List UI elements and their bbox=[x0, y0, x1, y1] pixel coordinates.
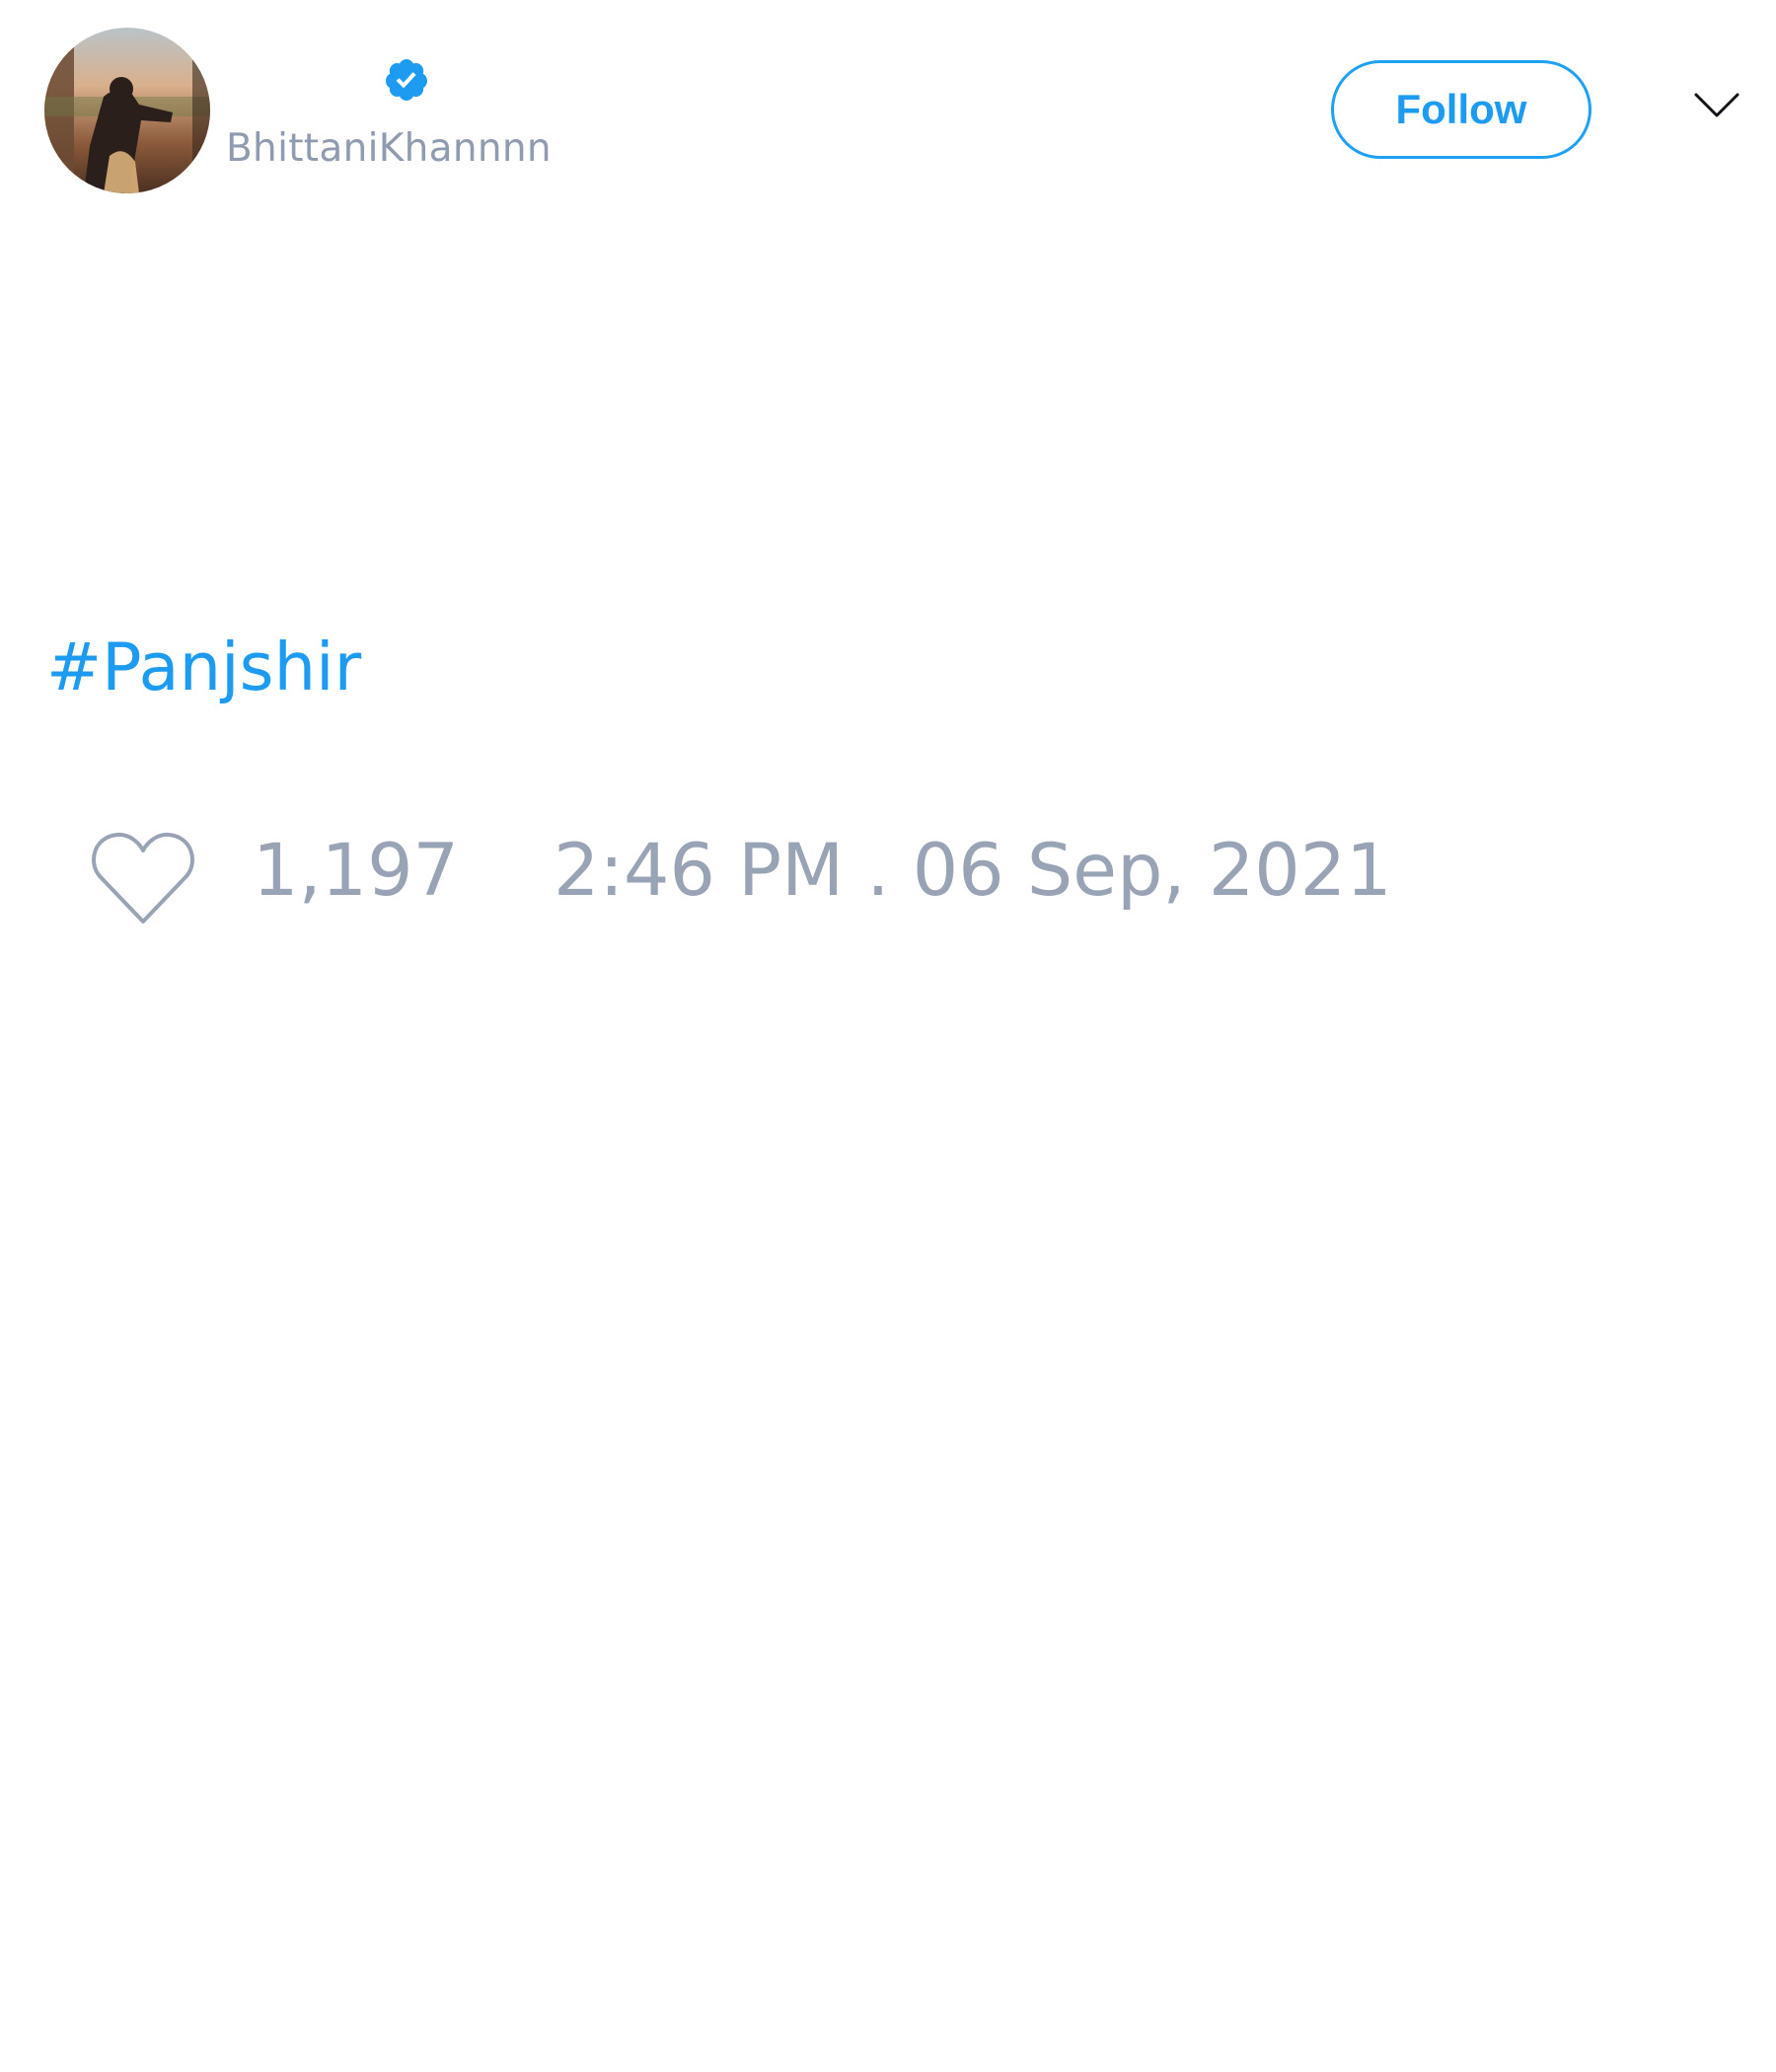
like-count: 1,197 bbox=[253, 829, 459, 913]
follow-button[interactable]: Follow bbox=[1331, 60, 1591, 159]
heart-outline-icon[interactable] bbox=[90, 829, 196, 927]
avatar-photo bbox=[44, 28, 210, 193]
tweet-hashtag-link[interactable]: #Panjshir bbox=[46, 629, 361, 705]
tweet-card: BhittaniKhannnn Follow #Panjshir 1,197 2… bbox=[0, 0, 1776, 2072]
chevron-down-icon[interactable] bbox=[1693, 91, 1740, 120]
tweet-timestamp[interactable]: 2:46 PM . 06 Sep, 2021 bbox=[554, 829, 1392, 913]
author-handle[interactable]: BhittaniKhannnn bbox=[226, 126, 552, 171]
tweet-action-row: 1,197 2:46 PM . 06 Sep, 2021 bbox=[0, 819, 1776, 927]
avatar[interactable] bbox=[44, 28, 210, 193]
verified-badge-icon bbox=[385, 59, 427, 101]
